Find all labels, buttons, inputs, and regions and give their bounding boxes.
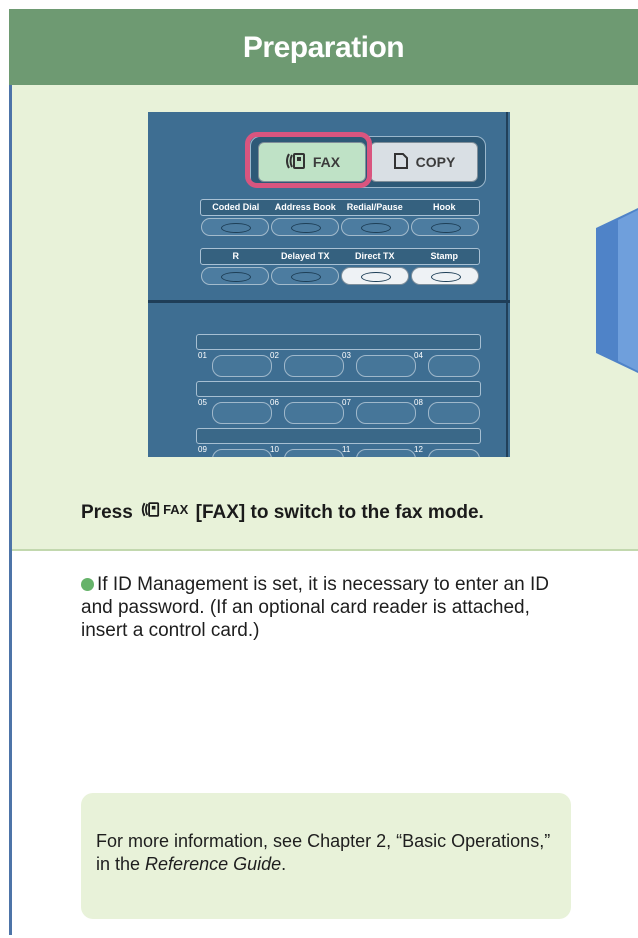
onetouch-key	[356, 449, 416, 457]
onetouch-key	[428, 355, 480, 377]
bullet-icon	[81, 578, 94, 591]
function-row-2: R Delayed TX Direct TX Stamp	[200, 248, 480, 285]
onetouch-number: 05	[198, 398, 207, 407]
onetouch-number: 06	[270, 398, 279, 407]
direct-tx-label: Direct TX	[354, 251, 395, 261]
next-arrow-icon	[596, 208, 638, 373]
reference-info-text: For more information, see Chapter 2, “Ba…	[96, 830, 556, 876]
hook-key	[411, 218, 479, 236]
onetouch-number: 12	[414, 445, 423, 454]
onetouch-key	[212, 355, 272, 377]
onetouch-number: 02	[270, 351, 279, 360]
onetouch-number: 08	[414, 398, 423, 407]
stamp-label: Stamp	[430, 251, 458, 261]
coded-dial-key	[201, 218, 269, 236]
direct-tx-key	[341, 267, 409, 285]
control-panel-illustration: FAX COPY Coded Dial Address Book Redial/…	[148, 112, 510, 457]
onetouch-key	[356, 402, 416, 424]
panel-divider	[12, 549, 638, 551]
caption-fax-label: FAX	[163, 502, 189, 517]
onetouch-row-2: 05 06 07 08	[196, 398, 480, 424]
instruction-caption: Press FAX [FAX] to switch to the fax mod…	[81, 501, 484, 524]
stamp-key	[411, 267, 479, 285]
onetouch-key	[212, 449, 272, 457]
caption-press: Press	[81, 502, 133, 523]
onetouch-number: 07	[342, 398, 351, 407]
panel-edge	[506, 112, 508, 457]
onetouch-key	[284, 449, 344, 457]
onetouch-label-strip	[196, 381, 481, 397]
onetouch-key	[212, 402, 272, 424]
delayed-tx-key	[271, 267, 339, 285]
onetouch-number: 03	[342, 351, 351, 360]
id-management-note: If ID Management is set, it is necessary…	[81, 573, 581, 642]
onetouch-number: 04	[414, 351, 423, 360]
onetouch-row-1: 01 02 03 04	[196, 351, 480, 377]
fax-key-icon: FAX	[140, 501, 188, 518]
onetouch-key	[428, 449, 480, 457]
r-label: R	[232, 251, 240, 261]
address-book-key	[271, 218, 339, 236]
caption-action: [FAX] to switch to the fax mode.	[195, 502, 484, 523]
hook-label: Hook	[433, 202, 456, 212]
onetouch-number: 09	[198, 445, 207, 454]
reference-guide-title: Reference Guide	[145, 854, 282, 874]
delayed-tx-label: Delayed TX	[280, 251, 330, 261]
page-header: Preparation	[9, 9, 638, 85]
copy-icon	[393, 152, 409, 173]
coded-dial-label: Coded Dial	[212, 202, 260, 212]
onetouch-row-3: 09 10 11 12	[196, 445, 480, 457]
onetouch-number: 10	[270, 445, 279, 454]
copy-mode-button: COPY	[370, 142, 478, 182]
address-book-label: Address Book	[274, 202, 336, 212]
note-text: If ID Management is set, it is necessary…	[81, 574, 549, 641]
onetouch-key	[356, 355, 416, 377]
redial-pause-label: Redial/Pause	[346, 202, 403, 212]
copy-mode-label: COPY	[415, 154, 456, 170]
function-row-1: Coded Dial Address Book Redial/Pause Hoo…	[200, 199, 480, 236]
reference-info-box: For more information, see Chapter 2, “Ba…	[81, 793, 571, 919]
onetouch-number: 11	[342, 445, 351, 454]
onetouch-number: 01	[198, 351, 207, 360]
r-key	[201, 267, 269, 285]
onetouch-key	[284, 402, 344, 424]
panel-separator	[148, 300, 510, 303]
onetouch-label-strip	[196, 334, 481, 350]
info-suffix: .	[281, 854, 287, 874]
page-title: Preparation	[242, 31, 405, 64]
onetouch-label-strip	[196, 428, 481, 444]
onetouch-key	[428, 402, 480, 424]
onetouch-key	[284, 355, 344, 377]
fax-button-highlight	[245, 132, 372, 188]
redial-pause-key	[341, 218, 409, 236]
